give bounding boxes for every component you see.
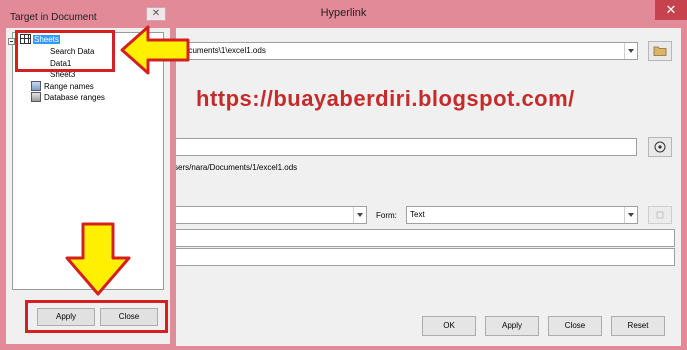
collapse-icon[interactable] [8,38,15,45]
form-label: Form: [376,211,397,220]
frame-combobox[interactable] [172,206,367,224]
chevron-down-icon[interactable] [624,207,637,223]
folder-icon [653,46,667,56]
hyperlink-close-icon[interactable]: ✕ [655,0,687,20]
full-path-text: sers/nara/Documents/1/excel1.ods [174,163,298,172]
open-file-button[interactable] [648,41,672,61]
text-input[interactable] [172,229,675,247]
form-value: Text [410,210,425,219]
chevron-down-icon[interactable] [624,43,637,59]
database-icon [31,92,41,102]
highlight-box-buttons [25,300,168,333]
target-icon [654,141,666,153]
close-button[interactable]: Close [548,316,602,336]
range-names-icon [31,81,41,91]
target-in-document-button[interactable] [648,137,672,157]
events-button[interactable] [648,206,672,224]
reset-button[interactable]: Reset [611,316,665,336]
left-arrow-icon [120,25,190,75]
url-input[interactable] [172,138,637,156]
target-title: Target in Document [10,12,97,23]
path-combobox[interactable]: \Documents\1\excel1.ods [172,42,638,60]
target-close-icon[interactable]: ✕ [146,7,166,21]
apply-button[interactable]: Apply [485,316,539,336]
name-input[interactable] [172,248,675,266]
chevron-down-icon[interactable] [353,207,366,223]
ok-button[interactable]: OK [422,316,476,336]
down-arrow-icon [65,222,131,296]
tree-item-range-names[interactable]: Range names [44,82,94,91]
watermark-text: https://buayaberdiri.blogspot.com/ [196,86,575,111]
highlight-box-tree [15,30,115,72]
events-icon [656,211,664,219]
form-combobox[interactable]: Text [406,206,638,224]
tree-item-database-ranges[interactable]: Database ranges [44,93,105,102]
